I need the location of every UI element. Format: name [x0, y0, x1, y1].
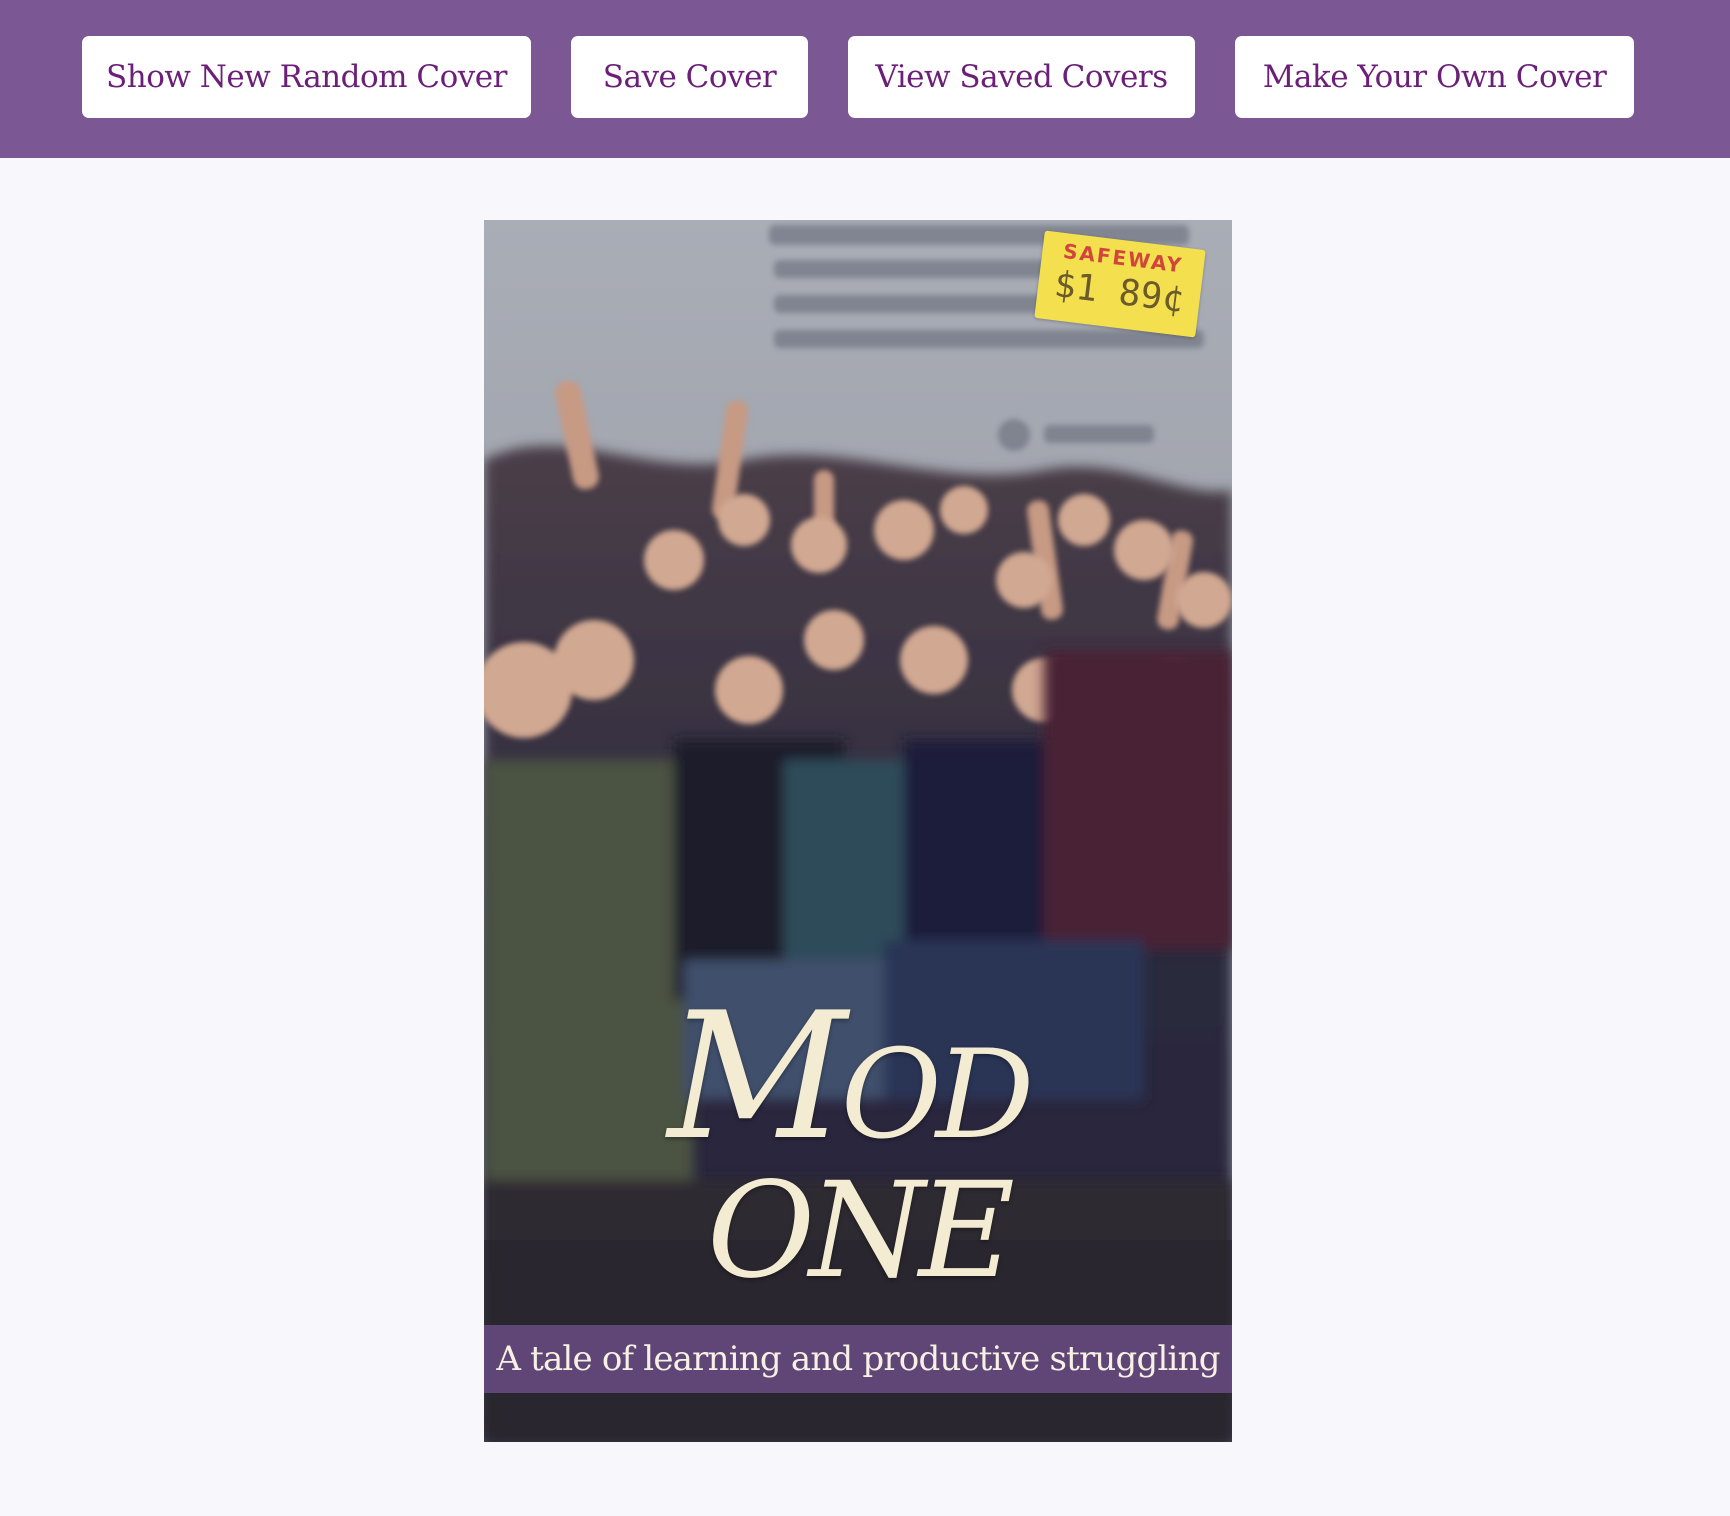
top-nav-bar: Show New Random Cover Save Cover View Sa…	[0, 0, 1730, 158]
cover-title-line2: ONE	[706, 1154, 1015, 1308]
make-own-cover-button[interactable]: Make Your Own Cover	[1235, 36, 1634, 118]
save-cover-button[interactable]: Save Cover	[571, 36, 808, 118]
book-cover: SAFEWAY $1 89¢ Mod ONE A tale of learnin…	[484, 220, 1232, 1442]
cover-tagline: A tale of learning and productive strugg…	[496, 1339, 1220, 1379]
view-saved-covers-button[interactable]: View Saved Covers	[848, 36, 1195, 118]
cover-title-line1: Mod	[667, 976, 1035, 1179]
show-random-cover-button[interactable]: Show New Random Cover	[82, 36, 531, 118]
